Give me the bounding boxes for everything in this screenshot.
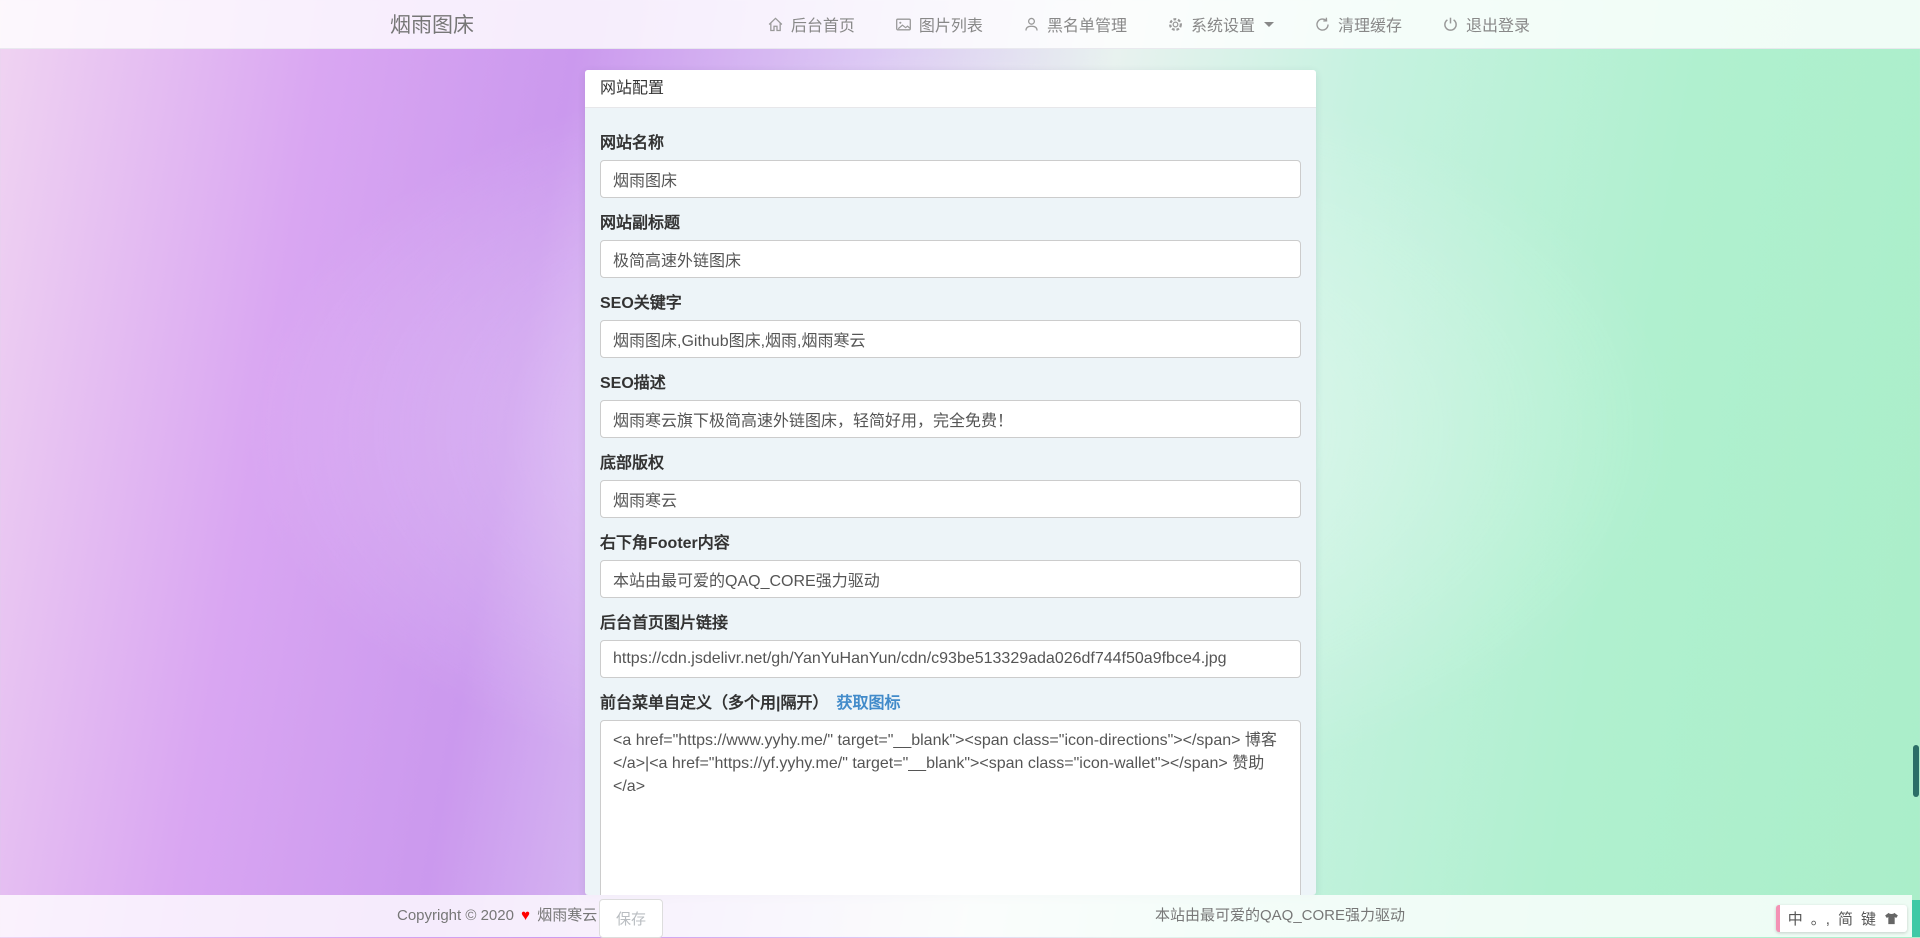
save-button[interactable]: 保存 — [599, 899, 663, 938]
nav-item-label: 清理缓存 — [1338, 12, 1402, 36]
ime-toolbar[interactable]: 中 。, 简 键 — [1776, 905, 1907, 932]
user-icon — [1023, 16, 1040, 33]
form-group-seo-keywords: SEO关键字 — [600, 289, 1301, 358]
form-group-site-name: 网站名称 — [600, 129, 1301, 198]
powered-by-text: 本站由最可爱的QAQ_CORE强力驱动 — [1155, 895, 1405, 937]
ime-lang-toggle[interactable]: 中 — [1788, 908, 1803, 929]
refresh-icon — [1314, 16, 1331, 33]
field-label: 底部版权 — [600, 449, 1301, 473]
copyright-prefix: Copyright © 2020 — [397, 907, 514, 924]
scrollbar[interactable] — [1912, 0, 1920, 937]
nav-item-label: 图片列表 — [919, 12, 983, 36]
nav-item-system-settings[interactable]: 系统设置 — [1167, 12, 1274, 36]
form-group-site-subtitle: 网站副标题 — [600, 209, 1301, 278]
admin-home-image-url-input[interactable] — [600, 640, 1301, 678]
footer-right-content-input[interactable] — [600, 560, 1301, 598]
nav-links: 后台首页 图片列表 黑名单管理 — [767, 12, 1530, 36]
form-group-admin-home-image: 后台首页图片链接 — [600, 609, 1301, 678]
copyright-name: 烟雨寒云 — [537, 907, 597, 924]
gear-icon — [1167, 16, 1184, 33]
form-group-footer-copyright: 底部版权 — [600, 449, 1301, 518]
power-icon — [1442, 16, 1459, 33]
nav-item-label: 退出登录 — [1466, 12, 1530, 36]
ime-simplified-toggle[interactable]: 简 — [1838, 908, 1853, 929]
nav-item-clear-cache[interactable]: 清理缓存 — [1314, 12, 1402, 36]
form-group-seo-description: SEO描述 — [600, 369, 1301, 438]
ime-punctuation-toggle[interactable]: 。, — [1811, 908, 1830, 929]
home-icon — [767, 16, 784, 33]
field-label: SEO关键字 — [600, 289, 1301, 313]
form-group-footer-right-content: 右下角Footer内容 — [600, 529, 1301, 598]
nav-item-label: 后台首页 — [791, 12, 855, 36]
field-label: 右下角Footer内容 — [600, 529, 1301, 553]
seo-keywords-input[interactable] — [600, 320, 1301, 358]
scrollbar-corner — [1912, 900, 1920, 937]
site-subtitle-input[interactable] — [600, 240, 1301, 278]
field-label: 网站名称 — [600, 129, 1301, 153]
seo-description-input[interactable] — [600, 400, 1301, 438]
nav-item-logout[interactable]: 退出登录 — [1442, 12, 1530, 36]
image-icon — [895, 16, 912, 33]
nav-item-blacklist[interactable]: 黑名单管理 — [1023, 12, 1127, 36]
site-config-panel: 网站配置 网站名称 网站副标题 SEO关键字 SEO描述 底部版权 — [585, 70, 1316, 895]
top-navbar: 烟雨图床 后台首页 图片列表 — [0, 0, 1920, 49]
copyright-text: Copyright © 2020 ♥ 烟雨寒云 — [397, 895, 597, 937]
field-label: 后台首页图片链接 — [600, 609, 1301, 633]
heart-icon: ♥ — [521, 907, 530, 924]
chevron-down-icon — [1264, 22, 1274, 27]
brand[interactable]: 烟雨图床 — [390, 9, 474, 39]
get-icons-link[interactable]: 获取图标 — [836, 695, 900, 712]
site-name-input[interactable] — [600, 160, 1301, 198]
nav-item-label: 系统设置 — [1191, 12, 1255, 36]
ime-keyboard-toggle[interactable]: 键 — [1861, 908, 1876, 929]
site-config-form: 网站名称 网站副标题 SEO关键字 SEO描述 底部版权 右下角Footer内容 — [585, 108, 1316, 895]
form-group-frontend-menu: 前台菜单自定义（多个用|隔开） 获取图标 <a href="https://www… — [600, 689, 1301, 895]
footer-copyright-input[interactable] — [600, 480, 1301, 518]
scrollbar-thumb[interactable] — [1913, 745, 1919, 797]
nav-item-admin-home[interactable]: 后台首页 — [767, 12, 855, 36]
nav-item-image-list[interactable]: 图片列表 — [895, 12, 983, 36]
panel-title: 网站配置 — [585, 70, 1316, 108]
nav-item-label: 黑名单管理 — [1047, 12, 1127, 36]
footer: Copyright © 2020 ♥ 烟雨寒云 保存 本站由最可爱的QAQ_CO… — [0, 895, 1912, 937]
field-label: 前台菜单自定义（多个用|隔开） — [600, 695, 828, 712]
field-label: SEO描述 — [600, 369, 1301, 393]
frontend-menu-textarea[interactable]: <a href="https://www.yyhy.me/" target="_… — [600, 720, 1301, 895]
field-label: 网站副标题 — [600, 209, 1301, 233]
skin-shirt-icon[interactable] — [1884, 911, 1899, 926]
